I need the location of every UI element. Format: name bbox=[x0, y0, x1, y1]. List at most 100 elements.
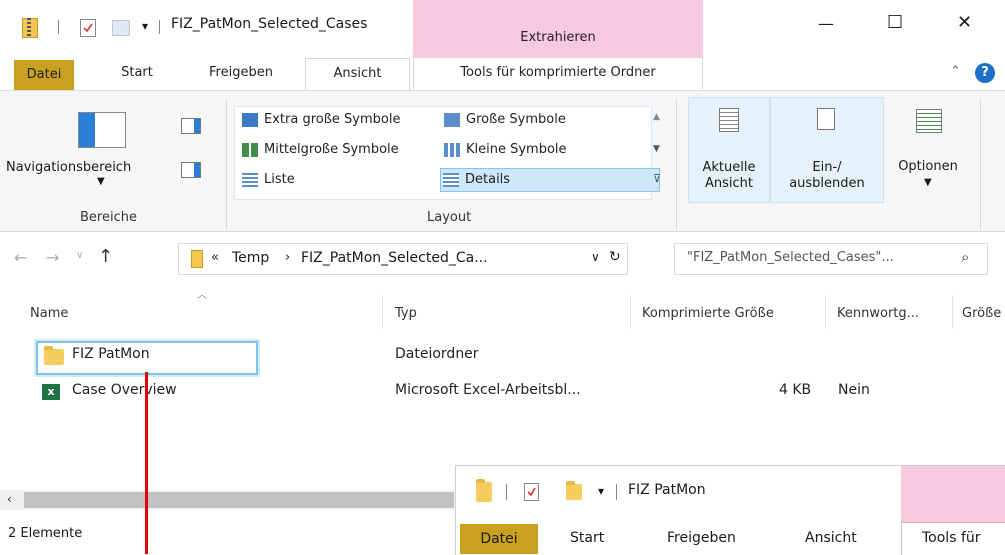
up-button[interactable]: ↑ bbox=[98, 246, 113, 267]
extra-large-icons-button[interactable]: Extra große Symbole bbox=[240, 109, 400, 131]
breadcrumb-separator-icon: › bbox=[285, 250, 291, 265]
details-pane-icon[interactable] bbox=[181, 162, 201, 178]
scrollbar-thumb[interactable] bbox=[24, 492, 454, 508]
medium-icons-label: Mittelgroße Symbole bbox=[264, 142, 399, 157]
separator bbox=[159, 20, 160, 34]
excel-icon: x bbox=[42, 384, 60, 400]
folder-icon bbox=[44, 346, 64, 365]
separator bbox=[616, 484, 617, 500]
list-view-icon bbox=[242, 173, 258, 187]
tab-ansicht[interactable]: Ansicht bbox=[305, 58, 410, 90]
maximize-button[interactable]: ☐ bbox=[887, 12, 903, 33]
gallery-expand-icon[interactable]: ⊽ bbox=[653, 172, 661, 185]
quick-access-dropdown-icon[interactable]: ▾ bbox=[598, 484, 604, 498]
folder-icon bbox=[476, 479, 492, 502]
medium-icons-button[interactable]: Mittelgroße Symbole bbox=[240, 139, 399, 161]
overlay-tab-start[interactable]: Start bbox=[570, 530, 604, 546]
separator bbox=[58, 20, 59, 34]
navigation-pane-button-label[interactable]: Navigationsbereich bbox=[6, 160, 131, 175]
show-hide-button[interactable]: Ein-/ ausblenden bbox=[770, 97, 884, 203]
address-field[interactable]: « Temp › FIZ_PatMon_Selected_Ca... ∨ ↻ bbox=[178, 243, 628, 275]
current-view-button[interactable]: Aktuelle Ansicht bbox=[688, 97, 770, 203]
tab-start[interactable]: Start bbox=[108, 58, 166, 88]
column-divider bbox=[382, 295, 383, 329]
overlay-tab-tools[interactable]: Tools für bbox=[922, 530, 981, 546]
options-icon bbox=[916, 109, 942, 133]
column-header-name[interactable]: Name bbox=[30, 306, 68, 321]
current-view-icon bbox=[719, 108, 739, 132]
separator bbox=[676, 100, 677, 230]
details-view-label: Details bbox=[465, 172, 511, 187]
zip-folder-icon bbox=[191, 250, 203, 268]
properties-icon[interactable] bbox=[80, 19, 96, 37]
context-tab-label[interactable]: Extrahieren bbox=[413, 30, 703, 45]
recent-locations-icon[interactable]: ∨ bbox=[76, 250, 83, 261]
group-label-layout: Layout bbox=[427, 210, 472, 225]
forward-button[interactable]: → bbox=[46, 248, 59, 267]
search-input[interactable]: "FIZ_PatMon_Selected_Cases"... ⌕ bbox=[674, 243, 988, 275]
status-text: 2 Elemente bbox=[8, 526, 83, 541]
refresh-icon[interactable]: ↻ bbox=[609, 249, 621, 265]
tab-datei[interactable]: Datei bbox=[14, 60, 74, 90]
file-type: Microsoft Excel-Arbeitsbl... bbox=[395, 382, 581, 398]
new-folder-icon[interactable] bbox=[566, 481, 582, 500]
separator bbox=[980, 100, 981, 230]
overlay-tab-datei[interactable]: Datei bbox=[460, 524, 538, 554]
navigation-pane-icon[interactable] bbox=[78, 112, 126, 148]
minimize-button[interactable]: — bbox=[818, 14, 834, 33]
file-name[interactable]: Case Overview bbox=[72, 382, 177, 398]
overlay-window-title: FIZ PatMon bbox=[628, 482, 706, 498]
tab-tools-komprimierte-ordner[interactable]: Tools für komprimierte Ordner bbox=[413, 58, 703, 89]
overlay-tab-ansicht[interactable]: Ansicht bbox=[805, 530, 857, 546]
new-folder-icon[interactable] bbox=[112, 20, 130, 36]
show-hide-label: Ein-/ ausblenden bbox=[789, 160, 865, 191]
large-icons-icon bbox=[444, 113, 460, 127]
details-view-icon bbox=[443, 173, 459, 187]
breadcrumb-current[interactable]: FIZ_PatMon_Selected_Ca... bbox=[301, 250, 488, 266]
zip-stripe bbox=[27, 18, 31, 36]
annotation-line bbox=[145, 372, 148, 554]
password-protected: Nein bbox=[838, 382, 870, 398]
extra-large-icons-icon bbox=[242, 113, 258, 127]
small-icons-button[interactable]: Kleine Symbole bbox=[442, 139, 567, 161]
search-icon[interactable]: ⌕ bbox=[961, 248, 969, 266]
back-button[interactable]: ← bbox=[14, 248, 27, 267]
window-title: FIZ_PatMon_Selected_Cases bbox=[171, 16, 368, 32]
preview-pane-icon[interactable] bbox=[181, 118, 201, 134]
options-label: Optionen bbox=[898, 159, 958, 174]
chevron-down-icon: ▼ bbox=[924, 177, 932, 188]
small-icons-icon bbox=[444, 143, 460, 157]
list-view-label: Liste bbox=[264, 172, 295, 187]
overlay-tab-freigeben[interactable]: Freigeben bbox=[667, 530, 736, 546]
close-button[interactable]: ✕ bbox=[957, 12, 972, 33]
properties-icon[interactable] bbox=[524, 483, 539, 501]
address-overflow-chevron[interactable]: « bbox=[211, 250, 219, 265]
sort-arrow-icon: ︿ bbox=[197, 290, 207, 301]
column-header-size[interactable]: Größe bbox=[962, 306, 1001, 321]
large-icons-button[interactable]: Große Symbole bbox=[442, 109, 566, 131]
quick-access-dropdown-icon[interactable]: ▾ bbox=[142, 19, 148, 33]
compressed-size: 4 KB bbox=[779, 382, 812, 398]
small-icons-label: Kleine Symbole bbox=[466, 142, 567, 157]
column-header-password[interactable]: Kennwortg... bbox=[837, 306, 919, 321]
gallery-scroll-down-icon[interactable]: ▼ bbox=[653, 144, 660, 154]
file-name[interactable]: FIZ PatMon bbox=[72, 346, 150, 362]
scroll-left-icon[interactable]: ‹ bbox=[7, 492, 12, 506]
details-view-button[interactable]: Details bbox=[440, 168, 660, 192]
list-view-button[interactable]: Liste bbox=[240, 169, 295, 191]
title-bar: ▾ FIZ_PatMon_Selected_Cases Extrahieren … bbox=[0, 0, 1005, 58]
medium-icons-icon bbox=[242, 143, 258, 157]
collapse-ribbon-icon[interactable]: ⌃ bbox=[950, 64, 961, 79]
gallery-scroll-up-icon[interactable]: ▲ bbox=[653, 112, 660, 122]
column-divider bbox=[952, 295, 953, 329]
group-label-bereiche: Bereiche bbox=[80, 210, 137, 225]
context-tab-header: Extrahieren bbox=[413, 0, 703, 58]
options-button[interactable]: Optionen ▼ bbox=[888, 97, 968, 201]
column-header-compressed-size[interactable]: Komprimierte Größe bbox=[642, 306, 774, 321]
column-header-type[interactable]: Typ bbox=[395, 306, 417, 321]
column-divider bbox=[630, 295, 631, 329]
tab-freigeben[interactable]: Freigeben bbox=[196, 58, 286, 88]
help-icon[interactable]: ? bbox=[975, 63, 995, 83]
breadcrumb-temp[interactable]: Temp bbox=[232, 250, 269, 266]
address-dropdown-icon[interactable]: ∨ bbox=[591, 250, 600, 264]
